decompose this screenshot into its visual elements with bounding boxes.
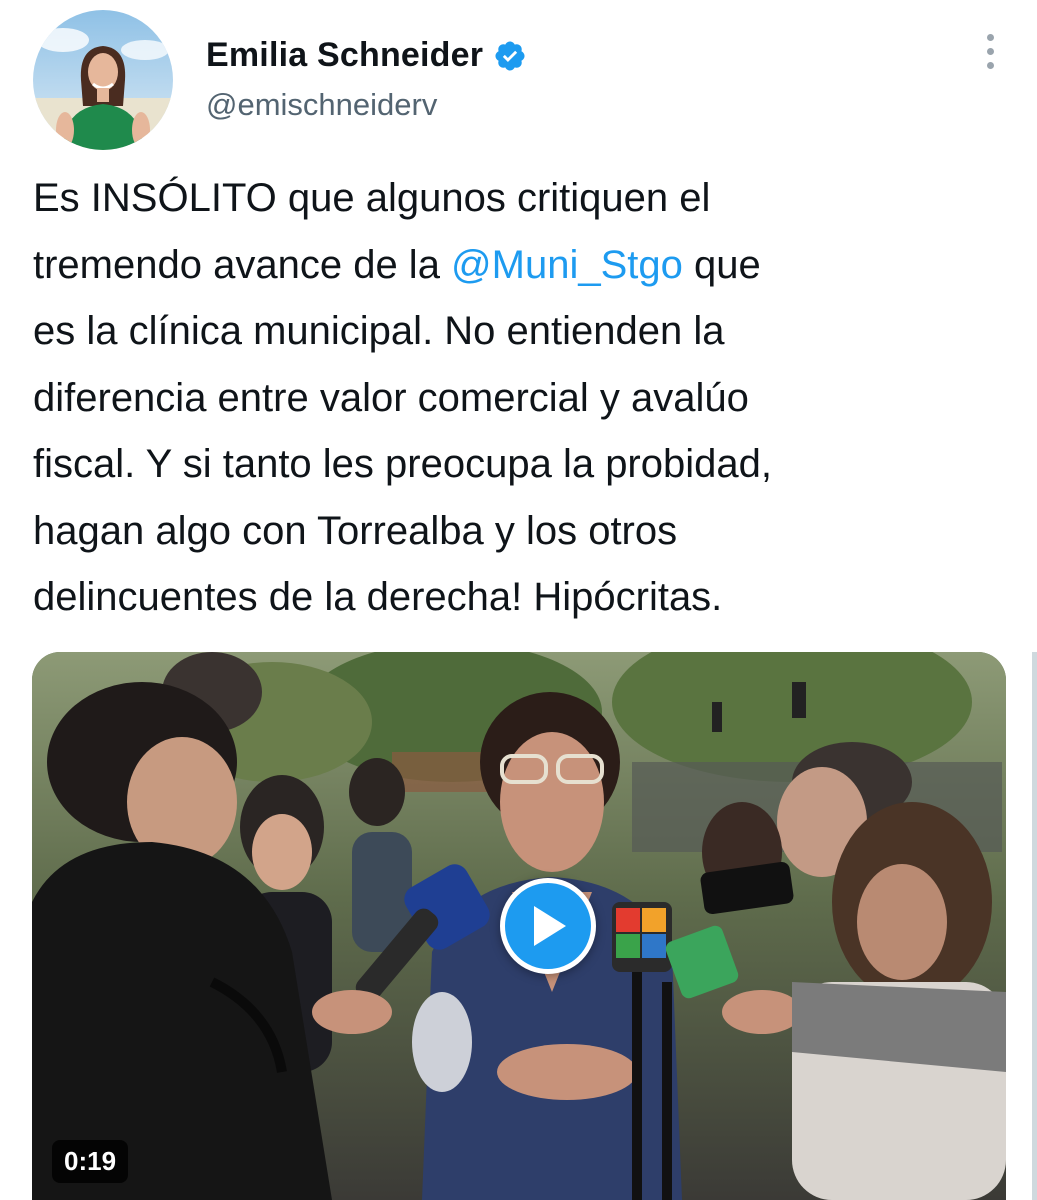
avatar[interactable] bbox=[33, 10, 173, 150]
more-vertical-icon[interactable] bbox=[983, 34, 997, 69]
tweet-line: es la clínica municipal. No entienden la bbox=[33, 309, 725, 353]
display-name[interactable]: Emilia Schneider bbox=[206, 36, 483, 75]
verified-badge-icon bbox=[495, 40, 525, 71]
author-row[interactable]: Emilia Schneider bbox=[206, 36, 527, 75]
video-player[interactable]: 0:19 bbox=[32, 652, 1006, 1200]
tweet-line: fiscal. Y si tanto les preocupa la probi… bbox=[33, 442, 772, 486]
tweet-text: Es INSÓLITO que algunos critiquen el tre… bbox=[33, 165, 1008, 631]
user-handle[interactable]: @emischneiderv bbox=[206, 87, 437, 123]
tweet-line-text: tremendo avance de la bbox=[33, 242, 452, 287]
play-button[interactable] bbox=[500, 878, 596, 974]
tweet-line: hagan algo con Torrealba y los otros bbox=[33, 508, 678, 553]
video-duration: 0:19 bbox=[52, 1140, 129, 1183]
tweet-line: diferencia entre valor comercial y avalú… bbox=[33, 375, 749, 420]
play-icon bbox=[534, 906, 566, 946]
tweet-line: tremendo avance de la @Muni_Stgo que bbox=[33, 232, 1008, 299]
profile-photo-icon bbox=[33, 10, 173, 150]
tweet-line: delincuentes de la derecha! Hipócritas. bbox=[33, 575, 723, 619]
tweet-line-text: que bbox=[682, 242, 761, 287]
scrollbar[interactable] bbox=[1032, 652, 1037, 1200]
mention-link[interactable]: @Muni_Stgo bbox=[451, 243, 683, 287]
tweet-line: Es INSÓLITO que algunos critiquen el bbox=[33, 176, 711, 220]
